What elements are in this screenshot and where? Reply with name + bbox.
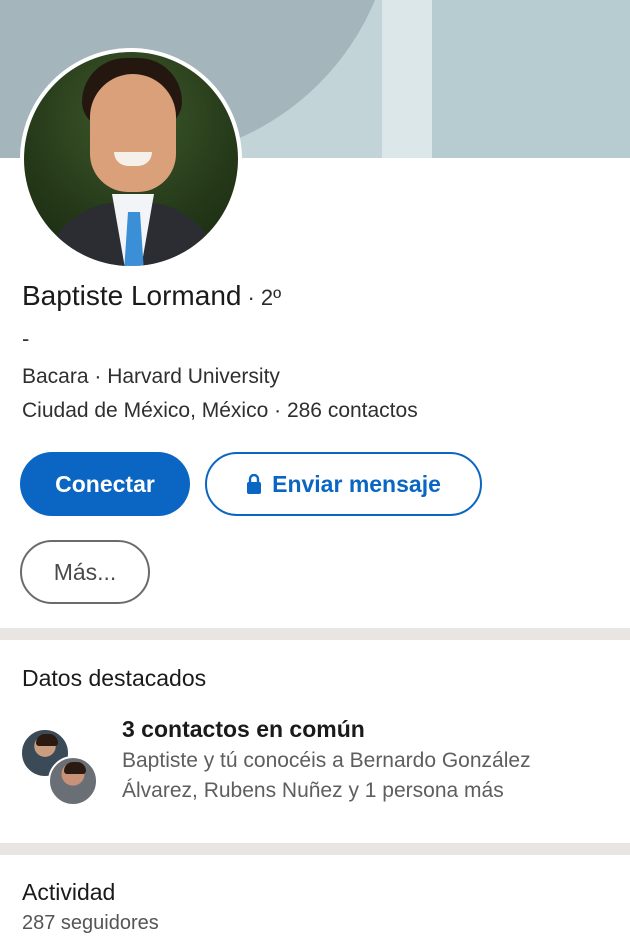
more-button-label: Más...	[53, 558, 117, 585]
mutual-contact-hair	[36, 734, 58, 746]
connection-degree: · 2º	[247, 285, 282, 310]
profile-company-education: Bacara · Harvard University	[22, 365, 280, 388]
banner-right-panel	[432, 0, 630, 158]
mutual-contacts-description-cont: Álvarez, Rubens Nuñez y 1 persona más	[122, 779, 504, 802]
profile-name: Baptiste Lormand	[22, 280, 242, 311]
connect-button[interactable]: Conectar	[20, 452, 190, 516]
section-divider	[0, 843, 630, 855]
avatar-face	[90, 74, 176, 192]
send-message-button-label: Enviar mensaje	[272, 470, 441, 497]
profile-location-contacts: Ciudad de México, México · 286 contactos	[22, 399, 418, 422]
section-divider	[0, 628, 630, 640]
name-row: Baptiste Lormand · 2º	[22, 280, 281, 312]
mutual-contacts-avatars[interactable]	[20, 728, 102, 810]
highlights-title: Datos destacados	[22, 665, 207, 691]
lock-icon	[247, 474, 262, 494]
more-button[interactable]: Más...	[20, 540, 150, 604]
mutual-contacts-title[interactable]: 3 contactos en común	[122, 716, 365, 743]
profile-photo[interactable]	[20, 48, 242, 270]
activity-title: Actividad	[22, 879, 116, 905]
avatar-image	[24, 52, 238, 266]
mutual-contact-avatar	[48, 756, 98, 806]
banner-stripe	[382, 0, 432, 158]
followers-count[interactable]: 287 seguidores	[22, 912, 159, 935]
connect-button-label: Conectar	[55, 470, 155, 497]
send-message-button[interactable]: Enviar mensaje	[205, 452, 482, 516]
profile-headline: -	[22, 326, 30, 351]
mutual-contact-hair	[64, 762, 86, 774]
mutual-contacts-description: Baptiste y tú conocéis a Bernardo Gonzál…	[122, 749, 531, 772]
